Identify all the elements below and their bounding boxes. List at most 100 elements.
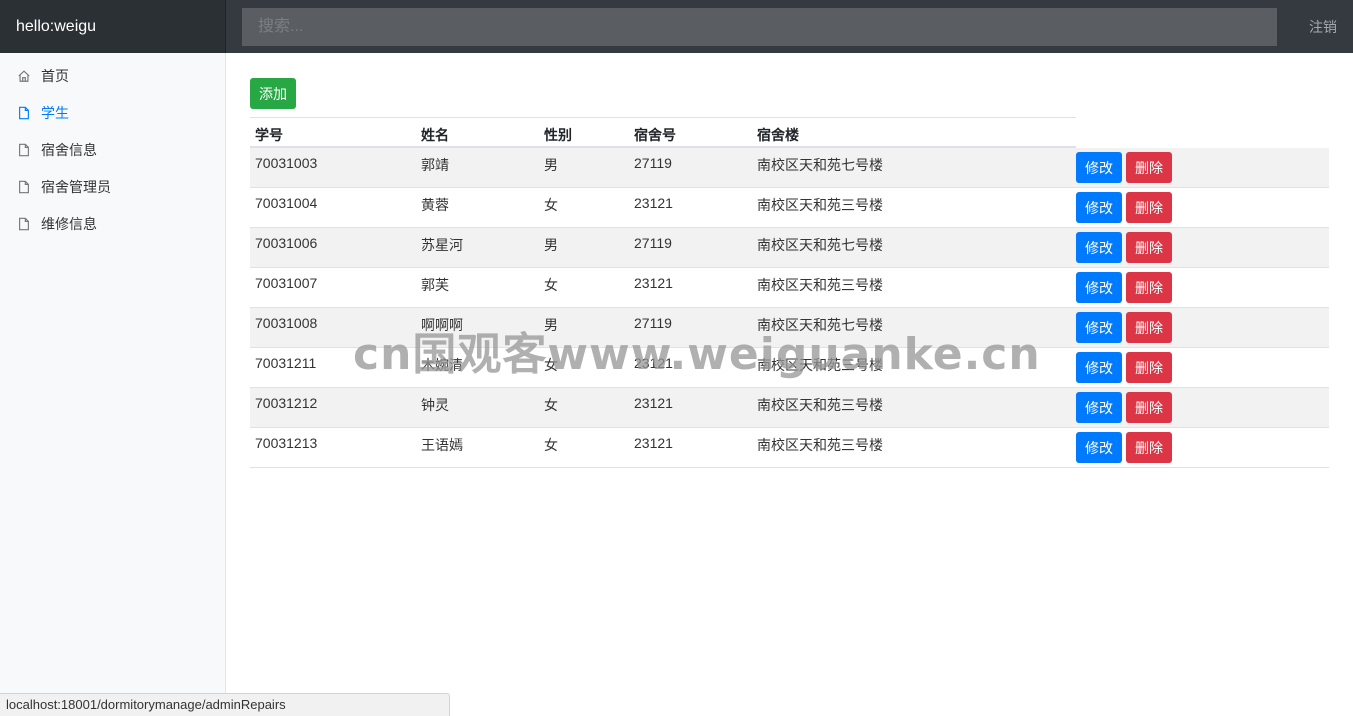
table-row: 70031007 郭芙 女 23121 南校区天和苑三号楼 修改 删除 [250,268,1329,308]
edit-button[interactable]: 修改 [1076,352,1122,383]
table-row: 70031211 木婉清 女 23121 南校区天和苑三号楼 修改 删除 [250,348,1329,388]
file-icon [17,216,31,232]
cell-student-id: 70031008 [255,315,318,331]
row-actions: 修改 删除 [1076,188,1172,223]
delete-button[interactable]: 删除 [1126,152,1172,183]
cell-student-id: 70031003 [255,155,318,171]
students-table: 学号 姓名 性别 宿舍号 宿舍楼 70031003 郭靖男 27119 南校区天和苑七… [250,117,1329,468]
cell-room: 27119 [634,315,672,331]
row-actions: 修改 删除 [1076,428,1172,463]
cell-name: 钟灵 [421,397,449,413]
row-actions: 修改 删除 [1076,308,1172,343]
sidebar-item-label: 宿舍管理员 [41,178,111,195]
edit-button[interactable]: 修改 [1076,312,1122,343]
cell-gender: 男 [544,237,558,253]
cell-room: 23121 [634,275,673,291]
cell-room: 23121 [634,395,673,411]
sidebar-item-3[interactable]: 宿舍管理员 [0,168,225,205]
sidebar-item-label: 维修信息 [41,215,97,232]
edit-button[interactable]: 修改 [1076,152,1122,183]
cell-gender: 女 [544,357,558,373]
cell-room: 27119 [634,155,672,171]
cell-student-id: 70031213 [255,435,318,451]
cell-building: 南校区天和苑三号楼 [757,357,883,373]
top-navbar: hello:weigu 注销 [0,0,1353,53]
table-row: 70031003 郭靖 男 27119 南校区天和苑七号楼 修改 删除 [250,148,1329,188]
cell-room: 23121 [634,355,673,371]
delete-button[interactable]: 删除 [1126,352,1172,383]
brand-title[interactable]: hello:weigu [0,0,226,53]
table-row: 70031008 啊啊啊 男 27119 南校区天和苑七号楼 修改 删除 [250,308,1329,348]
cell-gender: 女 [544,197,558,213]
header-student-id: 学号 [255,127,283,143]
table-row: 70031212 钟灵 女 23121 南校区天和苑三号楼 修改 删除 [250,388,1329,428]
cell-building: 南校区天和苑七号楼 [757,237,883,253]
file-icon [17,179,31,195]
cell-gender: 女 [544,277,558,293]
cell-gender: 男 [544,317,558,333]
edit-button[interactable]: 修改 [1076,272,1122,303]
cell-building: 南校区天和苑七号楼 [757,157,883,173]
status-bar-url: localhost:18001/dormitorymanage/adminRep… [0,693,450,716]
header-gender: 性别 [544,127,572,143]
sidebar-item-2[interactable]: 宿舍信息 [0,131,225,168]
cell-student-id: 70031006 [255,235,318,251]
header-building: 宿舍楼 [757,127,799,143]
cell-student-id: 70031212 [255,395,318,411]
table-row: 70031006 苏星河 男 27119 南校区天和苑七号楼 修改 删除 [250,228,1329,268]
cell-building: 南校区天和苑三号楼 [757,277,883,293]
cell-student-id: 70031007 [255,275,318,291]
delete-button[interactable]: 删除 [1126,192,1172,223]
sidebar-item-4[interactable]: 维修信息 [0,205,225,242]
search-input[interactable] [242,7,1277,46]
cell-student-id: 70031211 [255,355,317,371]
file-icon [17,105,31,121]
row-actions: 修改 删除 [1076,268,1172,303]
add-button[interactable]: 添加 [250,78,296,109]
cell-gender: 女 [544,397,558,413]
sidebar-item-label: 首页 [41,67,69,84]
home-icon [17,68,31,84]
cell-name: 黄蓉 [421,197,449,213]
delete-button[interactable]: 删除 [1126,272,1172,303]
sidebar-item-1[interactable]: 学生 [0,94,225,131]
cell-name: 郭芙 [421,277,449,293]
table-header: 学号 姓名 性别 宿舍号 宿舍楼 [250,117,1076,148]
table-row: 70031004 黄蓉 女 23121 南校区天和苑三号楼 修改 删除 [250,188,1329,228]
file-icon [17,142,31,158]
row-actions: 修改 删除 [1076,228,1172,263]
header-name: 姓名 [421,127,449,143]
edit-button[interactable]: 修改 [1076,392,1122,423]
edit-button[interactable]: 修改 [1076,192,1122,223]
cell-name: 木婉清 [421,357,463,373]
table-body: 70031003 郭靖男 27119 南校区天和苑七号楼 修改 删除 70031004 黄蓉女… [250,148,1329,468]
sidebar-item-0[interactable]: 首页 [0,57,225,94]
cell-room: 23121 [634,195,673,211]
delete-button[interactable]: 删除 [1126,232,1172,263]
row-actions: 修改 删除 [1076,348,1172,383]
signout-link[interactable]: 注销 [1293,0,1353,53]
edit-button[interactable]: 修改 [1076,432,1122,463]
cell-name: 苏星河 [421,237,463,253]
cell-building: 南校区天和苑七号楼 [757,317,883,333]
sidebar-item-label: 宿舍信息 [41,141,97,158]
cell-name: 郭靖 [421,157,449,173]
table-row: 70031213 王语嫣 女 23121 南校区天和苑三号楼 修改 删除 [250,428,1329,468]
search-container [226,0,1293,53]
cell-name: 王语嫣 [421,437,463,453]
sidebar-item-label: 学生 [41,104,69,121]
cell-gender: 女 [544,437,558,453]
cell-room: 27119 [634,235,672,251]
cell-building: 南校区天和苑三号楼 [757,397,883,413]
cell-student-id: 70031004 [255,195,318,211]
delete-button[interactable]: 删除 [1126,432,1172,463]
cell-gender: 男 [544,157,558,173]
delete-button[interactable]: 删除 [1126,392,1172,423]
row-actions: 修改 删除 [1076,148,1172,183]
edit-button[interactable]: 修改 [1076,232,1122,263]
row-actions: 修改 删除 [1076,388,1172,423]
cell-building: 南校区天和苑三号楼 [757,437,883,453]
header-room: 宿舍号 [634,127,676,143]
delete-button[interactable]: 删除 [1126,312,1172,343]
sidebar: 首页学生宿舍信息宿舍管理员维修信息 [0,53,226,716]
